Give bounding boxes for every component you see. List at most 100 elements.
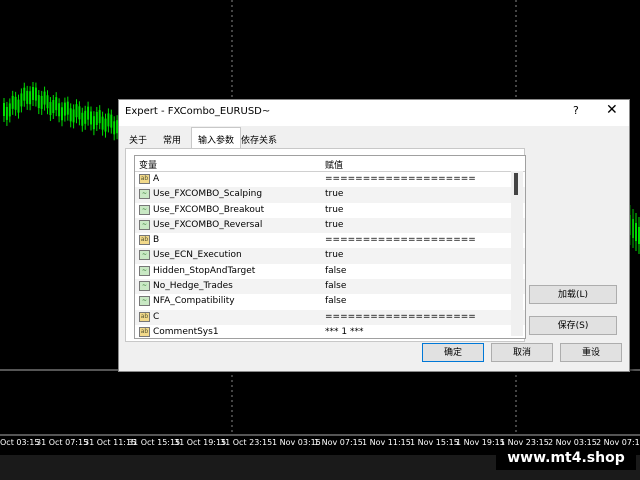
- param-name: Use_ECN_Execution: [153, 250, 242, 261]
- column-header-variable[interactable]: 变量: [139, 158, 157, 171]
- tab-common[interactable]: 常用: [159, 131, 185, 148]
- candle-body: [14, 96, 17, 110]
- param-value[interactable]: false: [325, 296, 346, 306]
- candle-body: [632, 219, 634, 238]
- time-axis-label: Oct 03:15: [0, 438, 40, 447]
- load-button[interactable]: 加载(L): [529, 285, 617, 304]
- time-axis-label: 1 Nov 15:15: [410, 438, 459, 447]
- candle-body: [32, 86, 34, 100]
- param-value[interactable]: ====================: [325, 312, 476, 322]
- candle-body: [81, 112, 84, 126]
- expert-properties-dialog: Expert - FXCombo_EURUSD~ ? ✕ 关于 常用 输入参数 …: [118, 99, 630, 372]
- table-row[interactable]: ab B ====================: [135, 233, 525, 248]
- candle-body: [8, 103, 11, 117]
- bool-param-icon: ~: [139, 250, 150, 261]
- table-row[interactable]: ~ Use_ECN_Execution true: [135, 248, 525, 264]
- param-name: Use_FXCOMBO_Breakout: [153, 204, 265, 215]
- table-row[interactable]: ab CommentSys1 *** 1 ***: [135, 325, 525, 338]
- table-row[interactable]: ~ Use_FXCOMBO_Breakout true: [135, 203, 525, 218]
- table-row[interactable]: ~ Hidden_StopAndTarget false: [135, 264, 525, 279]
- param-name: CommentSys1: [153, 326, 219, 337]
- param-name: A: [153, 174, 160, 184]
- string-param-icon: ab: [139, 174, 150, 184]
- candle-body: [55, 97, 58, 111]
- tab-about[interactable]: 关于: [125, 131, 151, 148]
- candle-body: [37, 95, 40, 109]
- help-button[interactable]: ?: [573, 104, 579, 117]
- candle-body: [110, 114, 113, 128]
- scrollbar-thumb[interactable]: [514, 173, 518, 195]
- candle-body: [40, 95, 43, 109]
- cancel-button[interactable]: 取消: [491, 343, 553, 362]
- table-row[interactable]: ~ Use_FXCOMBO_Scalping true: [135, 187, 525, 203]
- time-axis-label: 31 Oct 07:15: [36, 438, 89, 447]
- param-name: Use_FXCOMBO_Reversal: [153, 219, 263, 230]
- vertical-scrollbar[interactable]: [511, 171, 523, 336]
- param-name: NFA_Compatibility: [153, 296, 235, 307]
- candle-body: [635, 223, 637, 241]
- table-row[interactable]: ~ NFA_Compatibility false: [135, 294, 525, 309]
- param-value[interactable]: true: [325, 220, 343, 230]
- table-row[interactable]: ~ No_Hedge_Trades false: [135, 279, 525, 295]
- param-value[interactable]: ====================: [325, 174, 476, 184]
- tab-dependencies[interactable]: 依存关系: [237, 131, 281, 148]
- candle-body: [34, 87, 37, 101]
- candle-body: [26, 90, 29, 104]
- title-bar[interactable]: Expert - FXCombo_EURUSD~ ? ✕: [119, 100, 629, 126]
- param-value[interactable]: ====================: [325, 235, 476, 245]
- close-button[interactable]: ✕: [606, 102, 618, 118]
- candle-body: [58, 103, 61, 117]
- reset-button[interactable]: 重设: [560, 343, 622, 362]
- candle-body: [3, 103, 5, 116]
- candle-body: [101, 116, 104, 130]
- string-param-icon: ab: [139, 311, 150, 322]
- bool-param-icon: ~: [139, 281, 150, 292]
- candle-body: [17, 99, 20, 113]
- watermark: www.mt4.shop: [496, 446, 636, 470]
- param-value[interactable]: true: [325, 250, 343, 260]
- time-axis-label: 31 Oct 23:15: [220, 438, 273, 447]
- dialog-title: Expert - FXCombo_EURUSD~: [125, 106, 271, 117]
- param-value[interactable]: false: [325, 266, 346, 276]
- table-row[interactable]: ~ Use_FXCOMBO_Reversal true: [135, 217, 525, 234]
- param-value[interactable]: false: [325, 281, 346, 291]
- candle-body: [72, 109, 75, 123]
- candle-body: [20, 93, 23, 107]
- ok-button[interactable]: 确定: [422, 343, 484, 362]
- param-name: Hidden_StopAndTarget: [153, 265, 256, 276]
- candle-body: [66, 101, 69, 115]
- bool-param-icon: ~: [139, 296, 150, 307]
- param-value[interactable]: true: [325, 205, 343, 215]
- string-param-icon: ab: [139, 235, 150, 246]
- candle-body: [95, 111, 98, 125]
- string-param-icon: ab: [139, 326, 150, 337]
- time-axis-label: 1 Nov 07:15: [314, 438, 363, 447]
- table-header: 变量 赋值: [135, 156, 525, 172]
- param-value[interactable]: true: [325, 189, 343, 199]
- bool-param-icon: ~: [139, 189, 150, 200]
- candle-body: [84, 110, 87, 124]
- param-value[interactable]: *** 1 ***: [325, 327, 363, 337]
- candle-body: [23, 87, 26, 101]
- param-name: B: [153, 235, 160, 246]
- table-row[interactable]: ab A ====================: [135, 172, 525, 187]
- param-name: Use_FXCOMBO_Scalping: [153, 189, 263, 200]
- save-button[interactable]: 保存(S): [529, 316, 617, 335]
- inputs-table: 变量 赋值 ab A ==================== ~ Use_FXCOMB…: [134, 155, 526, 339]
- time-axis-label: 31 Oct 19:15: [174, 438, 227, 447]
- candle-body: [92, 116, 95, 130]
- time-axis-label: 31 Oct 15:15: [128, 438, 181, 447]
- candle-body: [113, 121, 116, 135]
- candle-body: [61, 107, 63, 121]
- candle-body: [69, 108, 72, 122]
- param-name: C: [153, 311, 160, 322]
- candle-body: [87, 106, 90, 120]
- candle-body: [107, 113, 110, 127]
- table-row[interactable]: ab C ====================: [135, 309, 525, 325]
- column-header-value[interactable]: 赋值: [325, 158, 343, 171]
- candle-body: [98, 110, 101, 124]
- bool-param-icon: ~: [139, 265, 150, 276]
- inputs-panel: 变量 赋值 ab A ==================== ~ Use_FXCOMB…: [125, 148, 526, 342]
- candle-body: [104, 118, 107, 132]
- candle-body: [90, 111, 92, 125]
